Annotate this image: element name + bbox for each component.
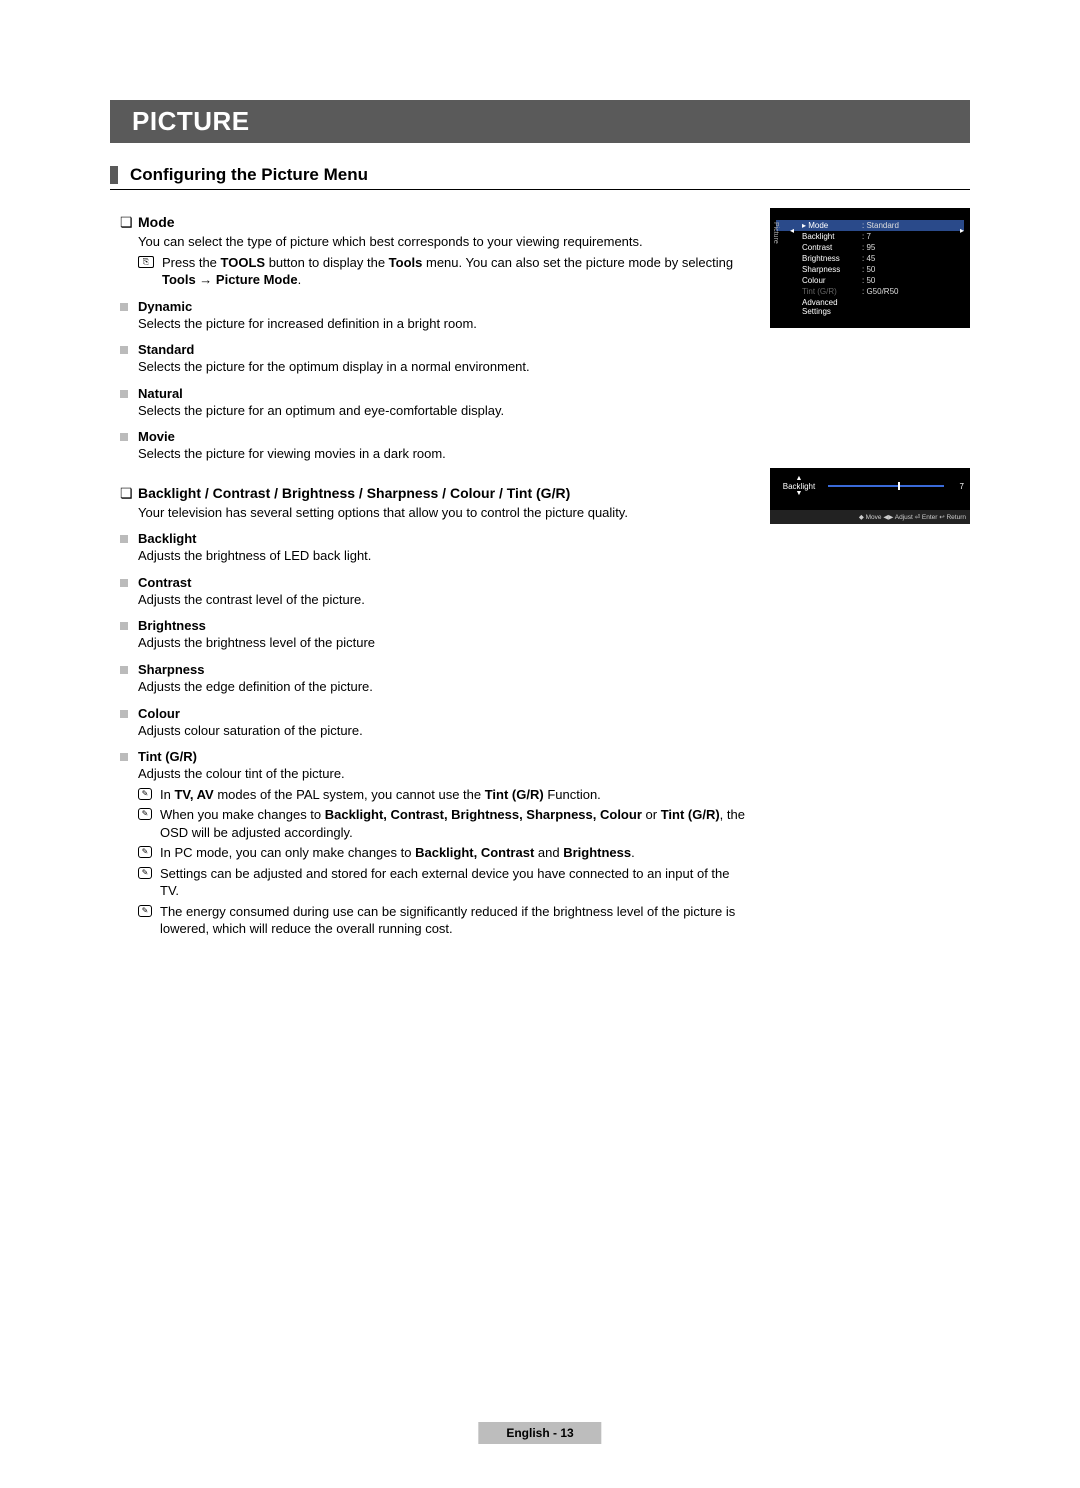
osd-previews: Picture ◂ ▸ ▸ Mode: StandardBacklight: 7… (770, 208, 970, 938)
mode-option-desc: Selects the picture for the optimum disp… (138, 358, 750, 376)
adjust-option-desc: Adjusts the brightness of LED back light… (138, 547, 750, 565)
down-arrow-icon: ▼ (776, 491, 822, 497)
osd-backlight-slider: ▲ Backlight ▼ 7 ◆ Move ◀▶ Adjust ⏎ Enter… (770, 468, 970, 524)
slider-track (828, 485, 944, 487)
mode-option-desc: Selects the picture for an optimum and e… (138, 402, 750, 420)
osd2-footer: ◆ Move ◀▶ Adjust ⏎ Enter ↩ Return (770, 510, 970, 524)
tools-button-icon: ⎘ (138, 256, 154, 268)
osd-left-arrow-icon: ◂ (790, 226, 794, 235)
osd-row: Brightness: 45 (776, 253, 964, 264)
osd2-value: 7 (950, 482, 964, 491)
note-icon: ✎ (138, 905, 152, 917)
tint-heading: Tint (G/R) (138, 749, 197, 764)
adjust-option-desc: Adjusts colour saturation of the picture… (138, 722, 750, 740)
main-content: ❏ Mode You can select the type of pictur… (110, 208, 750, 938)
note-5: The energy consumed during use can be si… (160, 903, 750, 938)
section-bullet-icon: ❏ (120, 485, 138, 502)
note-2: When you make changes to Backlight, Cont… (160, 806, 750, 841)
osd-side-label: Picture (772, 222, 779, 244)
osd-row: Backlight: 7 (776, 231, 964, 242)
mode-option-heading: Natural (138, 386, 183, 401)
osd-row: Colour: 50 (776, 275, 964, 286)
square-bullet-icon (120, 433, 128, 441)
square-bullet-icon (120, 303, 128, 311)
adjust-option-desc: Adjusts the edge definition of the pictu… (138, 678, 750, 696)
note-icon: ✎ (138, 788, 152, 800)
osd-row: Sharpness: 50 (776, 264, 964, 275)
adjust-option-heading: Backlight (138, 531, 197, 546)
mode-option-heading: Standard (138, 342, 194, 357)
note-3: In PC mode, you can only make changes to… (160, 844, 750, 862)
square-bullet-icon (120, 622, 128, 630)
adjust-option-heading: Colour (138, 706, 180, 721)
mode-option-heading: Movie (138, 429, 175, 444)
square-bullet-icon (120, 579, 128, 587)
osd-right-arrow-icon: ▸ (960, 226, 964, 235)
mode-option-desc: Selects the picture for increased defini… (138, 315, 750, 333)
osd2-label: ▲ Backlight ▼ (776, 476, 822, 497)
square-bullet-icon (120, 710, 128, 718)
section-header: Configuring the Picture Menu (110, 165, 970, 190)
adjust-option-heading: Contrast (138, 575, 191, 590)
osd-row: Contrast: 95 (776, 242, 964, 253)
square-bullet-icon (120, 666, 128, 674)
mode-option-heading: Dynamic (138, 299, 192, 314)
mode-intro: You can select the type of picture which… (138, 233, 750, 251)
square-bullet-icon (120, 390, 128, 398)
osd-row: Advanced Settings (776, 297, 964, 317)
section-marker (110, 166, 118, 184)
note-icon: ✎ (138, 867, 152, 879)
square-bullet-icon (120, 753, 128, 761)
osd-row: ▸ Mode: Standard (776, 220, 964, 231)
square-bullet-icon (120, 346, 128, 354)
adjust-option-desc: Adjusts the contrast level of the pictur… (138, 591, 750, 609)
slider-thumb (898, 482, 900, 490)
mode-heading: Mode (138, 214, 175, 230)
osd-row: Tint (G/R): G50/R50 (776, 286, 964, 297)
tint-desc: Adjusts the colour tint of the picture. (138, 765, 750, 783)
section-bullet-icon: ❏ (120, 214, 138, 231)
note-icon: ✎ (138, 808, 152, 820)
square-bullet-icon (120, 535, 128, 543)
mode-option-desc: Selects the picture for viewing movies i… (138, 445, 750, 463)
page-banner: PICTURE (110, 100, 970, 143)
note-4: Settings can be adjusted and stored for … (160, 865, 750, 900)
page-footer: English - 13 (478, 1422, 601, 1444)
adjust-option-heading: Sharpness (138, 662, 204, 677)
adjust-option-desc: Adjusts the brightness level of the pict… (138, 634, 750, 652)
adjust-heading: Backlight / Contrast / Brightness / Shar… (138, 485, 570, 501)
adjust-intro: Your television has several setting opti… (138, 504, 750, 522)
mode-tools-note: Press the TOOLS button to display the To… (162, 254, 750, 289)
osd-picture-menu: Picture ◂ ▸ ▸ Mode: StandardBacklight: 7… (770, 208, 970, 328)
adjust-option-heading: Brightness (138, 618, 206, 633)
note-icon: ✎ (138, 846, 152, 858)
note-1: In TV, AV modes of the PAL system, you c… (160, 786, 750, 804)
section-title: Configuring the Picture Menu (130, 165, 368, 185)
